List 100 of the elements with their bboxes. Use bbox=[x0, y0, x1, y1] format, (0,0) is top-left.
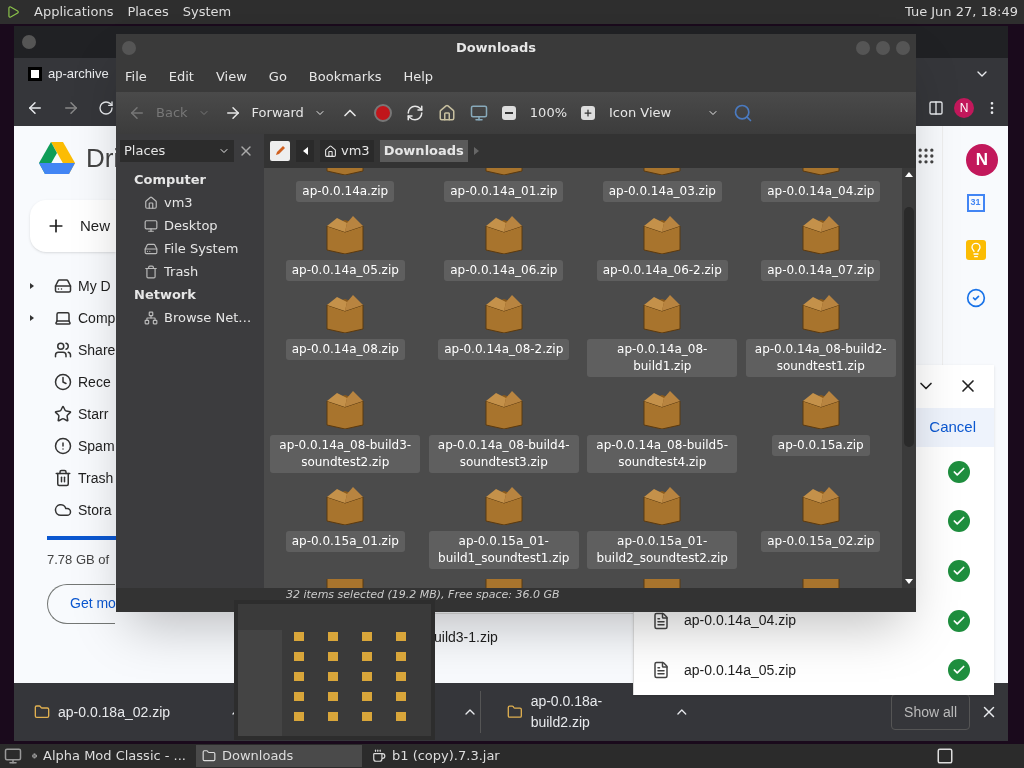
menu-item[interactable]: File bbox=[125, 67, 147, 87]
file-name[interactable]: ap-0.0.14a_04.zip bbox=[761, 181, 881, 202]
nav-item[interactable]: Comp bbox=[78, 307, 116, 329]
zoom-in-icon[interactable] bbox=[581, 106, 595, 120]
zoom-level: 100% bbox=[529, 104, 567, 123]
menu-item[interactable]: Help bbox=[403, 67, 434, 87]
nav-item[interactable]: My D bbox=[78, 275, 111, 297]
file-name[interactable]: ap-0.0.14a_08-build1.zip bbox=[587, 339, 738, 377]
search-icon[interactable] bbox=[733, 103, 753, 123]
file-name[interactable]: ap-0.0.15a_01-build2_soundtest2.zip bbox=[587, 531, 738, 569]
place-item[interactable]: Browse Net… bbox=[164, 307, 252, 328]
trash-icon bbox=[144, 264, 158, 279]
side-panel-icon[interactable] bbox=[928, 100, 944, 116]
status-text: 32 items selected (19.2 MB), Free space: 36.0 GB bbox=[286, 589, 560, 601]
file-name[interactable]: ap-0.0.14a_06-2.zip bbox=[596, 260, 728, 281]
file-name[interactable]: uild3-1.zip bbox=[434, 627, 498, 648]
place-item[interactable]: Desktop bbox=[164, 215, 218, 236]
tab-title[interactable]: ap-archive bbox=[48, 64, 109, 84]
tasks-icon[interactable] bbox=[965, 288, 986, 308]
home-folder-icon bbox=[324, 144, 337, 158]
clock[interactable]: Tue Jun 27, 18:49 bbox=[904, 2, 1018, 22]
forward-button[interactable]: Forward bbox=[223, 103, 326, 123]
file-name[interactable]: ap-0.0.15a_01-build1_soundtest1.zip bbox=[428, 531, 579, 569]
path-crumb[interactable]: vm3 bbox=[320, 140, 374, 162]
file-name[interactable]: ap-0.0.14a_06.zip bbox=[444, 260, 564, 281]
nav-item[interactable]: Rece bbox=[78, 371, 111, 393]
home-icon bbox=[144, 195, 158, 210]
file-name[interactable]: ap-0.0.14a_03.zip bbox=[602, 181, 722, 202]
place-item[interactable]: File System bbox=[164, 238, 239, 259]
trash-icon bbox=[54, 469, 72, 487]
section-heading: Network bbox=[133, 285, 197, 304]
expand-arrow-icon[interactable] bbox=[30, 315, 34, 321]
nav-item[interactable]: Trash bbox=[78, 467, 114, 489]
place-item[interactable]: vm3 bbox=[164, 192, 193, 213]
document-icon bbox=[652, 611, 670, 630]
file-name[interactable]: ap-0.0.14a_08-build2-soundtest1.zip bbox=[745, 339, 896, 377]
reload-icon[interactable] bbox=[405, 104, 424, 122]
nav-item[interactable]: Stora bbox=[78, 499, 112, 521]
expand-arrow-icon[interactable] bbox=[30, 283, 34, 289]
nav-item[interactable]: Starr bbox=[78, 403, 109, 425]
plus-icon bbox=[583, 108, 593, 118]
file-name[interactable]: ap-0.0.14a_08-build3-soundtest2.zip bbox=[270, 435, 421, 473]
file-name[interactable]: ap-0.0.14a_08.zip bbox=[285, 339, 405, 360]
nav-item[interactable]: Share bbox=[78, 339, 116, 361]
workspace-icon[interactable] bbox=[936, 747, 954, 765]
file-name[interactable]: ap-0.0.14a_08-build4-soundtest3.zip bbox=[428, 435, 579, 473]
file-name[interactable]: ap-0.0.14a_08-build5-soundtest4.zip bbox=[587, 435, 738, 473]
section-heading: Computer bbox=[133, 170, 208, 189]
network-icon bbox=[144, 310, 158, 325]
reload-icon[interactable] bbox=[98, 100, 114, 116]
java-icon bbox=[372, 749, 386, 763]
home-folder-icon[interactable] bbox=[437, 104, 456, 122]
computer-icon[interactable] bbox=[469, 104, 488, 122]
window-title: Downloads bbox=[454, 39, 538, 58]
place-item[interactable]: Trash bbox=[164, 261, 199, 282]
panel-menu[interactable]: System bbox=[182, 2, 232, 22]
file-name[interactable]: ap-0.0.14a.zip bbox=[296, 181, 395, 202]
file-name[interactable]: ap-0.0.15a.zip bbox=[771, 435, 870, 456]
drive-icon bbox=[144, 241, 158, 256]
forward-icon[interactable] bbox=[62, 99, 80, 117]
file-name[interactable]: ap-0.0.15a_01.zip bbox=[285, 531, 405, 552]
path-crumb[interactable]: Downloads bbox=[379, 140, 468, 162]
download-name[interactable]: ap-0.0.18a_02.zip bbox=[58, 701, 171, 723]
recent-icon bbox=[54, 373, 72, 391]
desktop-icon bbox=[144, 218, 158, 233]
profile-avatar[interactable]: N bbox=[954, 98, 974, 118]
taskbar-button[interactable]: Downloads bbox=[196, 745, 362, 767]
file-name[interactable]: ap-0.0.14a_01.zip bbox=[444, 181, 564, 202]
new-button[interactable]: New bbox=[30, 200, 116, 252]
zoom-out-icon[interactable] bbox=[501, 106, 516, 120]
cancel-button[interactable]: Cancel bbox=[929, 416, 976, 439]
menu-item[interactable]: View bbox=[215, 67, 247, 87]
taskbar-button[interactable]: b1 (copy).7.3.jar bbox=[366, 745, 532, 767]
file-name[interactable]: ap-0.0.14a_08-2.zip bbox=[438, 339, 570, 360]
file-name[interactable]: ap-0.0.14a_07.zip bbox=[761, 260, 881, 281]
menu-item[interactable]: Go bbox=[268, 67, 287, 87]
logo-icon[interactable] bbox=[6, 5, 20, 19]
panel-menu[interactable]: Applications bbox=[34, 2, 114, 22]
taskbar-button[interactable]: Alpha Mod Classic - ... bbox=[26, 745, 192, 767]
download-name[interactable]: ap-0.0.18a-build2.zip bbox=[530, 691, 659, 733]
spam-icon bbox=[54, 437, 72, 455]
shared-icon bbox=[54, 341, 72, 359]
places-dropdown[interactable]: Places bbox=[120, 140, 234, 162]
panel-menu[interactable]: Places bbox=[127, 2, 169, 22]
menu-item[interactable]: Bookmarks bbox=[308, 67, 382, 87]
back-icon[interactable] bbox=[26, 99, 44, 117]
drive-logo-icon bbox=[38, 141, 76, 175]
show-desktop-icon[interactable] bbox=[4, 747, 22, 765]
edit-location-icon[interactable] bbox=[270, 141, 290, 161]
scrollbar[interactable] bbox=[902, 168, 916, 588]
storage-icon bbox=[54, 501, 72, 519]
storage-text: 7.78 GB of bbox=[47, 551, 111, 569]
nav-item[interactable]: Spam bbox=[78, 435, 115, 457]
profile-avatar[interactable]: N bbox=[966, 144, 998, 176]
view-mode-dropdown[interactable]: Icon View bbox=[609, 103, 719, 123]
file-name[interactable]: ap-0.0.14a_05.zip bbox=[285, 260, 405, 281]
upload-file-name: ap-0.0.14a_04.zip bbox=[684, 611, 797, 630]
menu-item[interactable]: Edit bbox=[168, 67, 194, 87]
calendar-icon[interactable]: 31 bbox=[966, 194, 985, 212]
file-name[interactable]: ap-0.0.15a_02.zip bbox=[761, 531, 881, 552]
